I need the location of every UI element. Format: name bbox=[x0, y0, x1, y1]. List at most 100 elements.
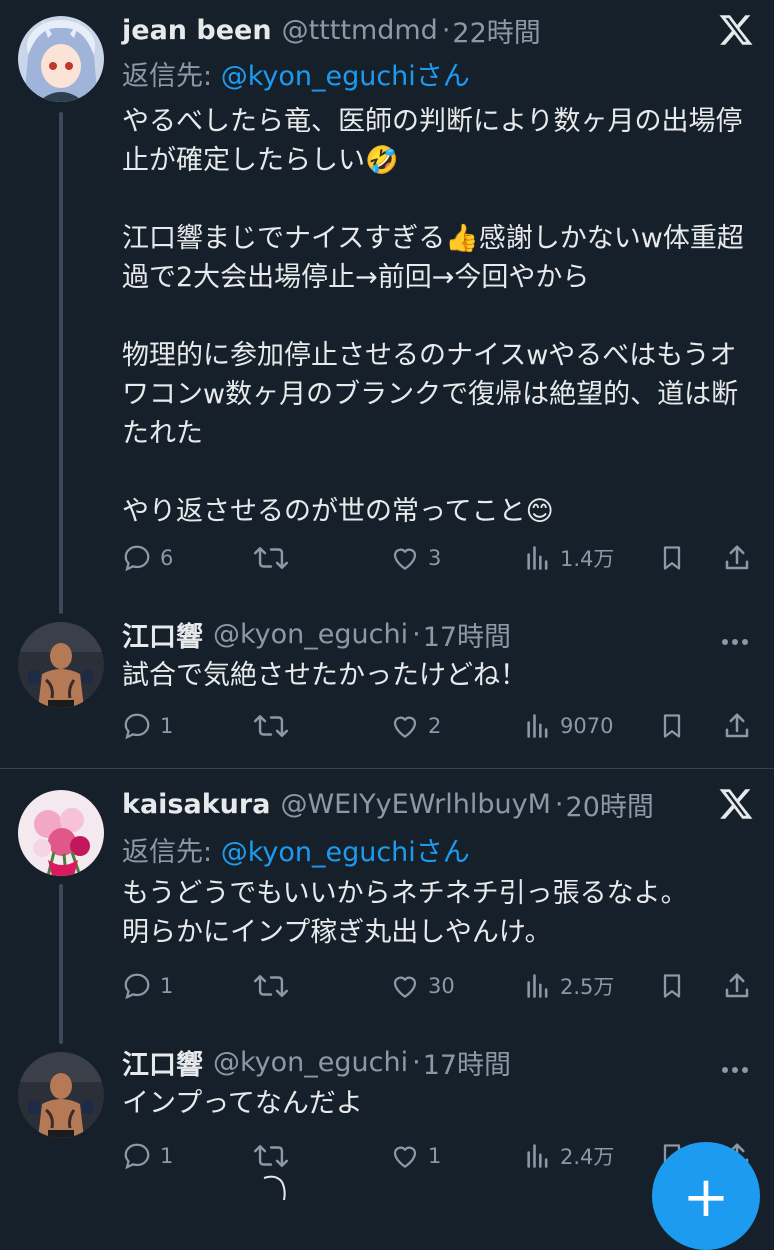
reply-icon bbox=[124, 545, 150, 572]
views-button[interactable]: 9070 bbox=[524, 704, 613, 748]
bookmark-icon bbox=[663, 974, 681, 998]
heart-icon bbox=[393, 548, 417, 570]
reply-button[interactable]: 6 bbox=[122, 536, 173, 580]
display-name[interactable]: kaisakura bbox=[122, 789, 270, 820]
view-count: 2.5万 bbox=[560, 975, 615, 999]
analytics-icon bbox=[527, 1144, 548, 1168]
divider bbox=[0, 768, 774, 769]
share-icon bbox=[725, 973, 749, 998]
views-button[interactable]: 2.4万 bbox=[524, 1134, 614, 1178]
heart-icon bbox=[393, 716, 417, 738]
retweet-button[interactable] bbox=[254, 964, 288, 1008]
tweet-text: もうどうでもいいからネチネチ引っ張るなよ。 明らかにインプ稼ぎ丸出しやんけ。 bbox=[122, 878, 688, 948]
like-button[interactable]: 1 bbox=[390, 1134, 441, 1178]
time-separator: · bbox=[554, 788, 564, 820]
avatar[interactable] bbox=[18, 790, 104, 876]
user-handle[interactable]: @kyon_eguchi bbox=[213, 619, 408, 650]
tweet-text: 試合で気絶させたかったけどね！ bbox=[122, 660, 527, 691]
like-button[interactable]: 2 bbox=[390, 704, 441, 748]
retweet-button[interactable] bbox=[254, 1134, 288, 1178]
heart-icon bbox=[393, 1146, 417, 1168]
retweet-button[interactable] bbox=[254, 536, 288, 580]
action-bar: 1 30 2.5万 bbox=[0, 964, 774, 1008]
action-bar: 6 3 1.4万 bbox=[0, 536, 774, 580]
reply-button[interactable]: 1 bbox=[122, 964, 173, 1008]
analytics-icon bbox=[527, 546, 548, 570]
user-handle[interactable]: @ttttmdmd bbox=[282, 15, 438, 46]
time-separator: · bbox=[441, 14, 451, 46]
plus-icon: + bbox=[682, 1165, 730, 1230]
reply-to-line: 返信先: @kyon_eguchiさん bbox=[122, 54, 470, 93]
view-count: 1.4万 bbox=[560, 547, 615, 571]
reply-button[interactable]: 1 bbox=[122, 704, 173, 748]
reply-icon bbox=[124, 973, 150, 1000]
retweet-icon bbox=[254, 715, 288, 737]
like-button[interactable]: 30 bbox=[390, 964, 455, 1008]
display-name[interactable]: 江口響 bbox=[122, 615, 203, 654]
display-name[interactable]: 江口響 bbox=[122, 1043, 203, 1082]
time-separator: · bbox=[412, 618, 421, 650]
retweet-button[interactable] bbox=[254, 704, 288, 748]
share-button[interactable] bbox=[722, 536, 752, 580]
avatar[interactable] bbox=[18, 1052, 104, 1138]
tweet-header: 江口響 @kyon_eguchi · 17時間 bbox=[122, 614, 511, 654]
reply-button[interactable]: 1 bbox=[122, 1134, 173, 1178]
display-name[interactable]: jean been bbox=[122, 15, 272, 46]
reply-to-suffix: さん bbox=[415, 837, 470, 868]
timestamp[interactable]: 22時間 bbox=[452, 11, 540, 50]
bookmark-icon bbox=[663, 714, 681, 738]
reply-count: 1 bbox=[160, 974, 174, 998]
action-bar: 1 2 9070 bbox=[0, 704, 774, 748]
timestamp[interactable]: 17時間 bbox=[423, 615, 511, 654]
views-button[interactable]: 1.4万 bbox=[524, 536, 614, 580]
view-count: 9070 bbox=[560, 714, 614, 738]
views-button[interactable]: 2.5万 bbox=[524, 964, 614, 1008]
reply-count: 6 bbox=[160, 546, 174, 570]
like-count: 30 bbox=[428, 974, 455, 998]
bookmark-button[interactable] bbox=[658, 964, 686, 1008]
user-handle[interactable]: @kyon_eguchi bbox=[213, 1047, 408, 1078]
like-button[interactable]: 3 bbox=[390, 536, 441, 580]
reply-count: 1 bbox=[160, 714, 174, 738]
share-button[interactable] bbox=[722, 704, 752, 748]
reply-icon bbox=[124, 1143, 150, 1170]
reply-to-line: 返信先: @kyon_eguchiさん bbox=[122, 830, 470, 869]
retweet-icon bbox=[254, 975, 288, 997]
x-logo-icon[interactable] bbox=[718, 12, 754, 48]
avatar[interactable] bbox=[18, 16, 104, 102]
tweet-header: kaisakura @WEIYyEWrlhlbuyM · 20時間 bbox=[122, 784, 654, 824]
analytics-icon bbox=[527, 974, 548, 998]
bookmark-button[interactable] bbox=[658, 536, 686, 580]
retweet-icon bbox=[254, 1145, 288, 1167]
reply-to-suffix: さん bbox=[415, 61, 470, 92]
more-icon[interactable] bbox=[722, 1058, 756, 1073]
timestamp[interactable]: 20時間 bbox=[566, 785, 654, 824]
timestamp[interactable]: 17時間 bbox=[423, 1043, 511, 1082]
bookmark-icon bbox=[663, 546, 681, 570]
retweet-icon bbox=[254, 547, 288, 569]
like-count: 3 bbox=[428, 546, 442, 570]
compose-button[interactable]: + bbox=[652, 1142, 760, 1250]
reply-count: 1 bbox=[160, 1144, 174, 1168]
avatar[interactable] bbox=[18, 622, 104, 708]
tweet-text: やるべしたら竜、医師の判断により数ヶ月の出場停止が確定したらしい🤣 江口響まじで… bbox=[122, 106, 744, 527]
tweet-header: jean been @ttttmdmd · 22時間 bbox=[122, 10, 541, 50]
user-handle[interactable]: @WEIYyEWrlhlbuyM bbox=[280, 789, 550, 820]
heart-icon bbox=[393, 976, 417, 998]
scroll-indicator bbox=[263, 1175, 286, 1200]
reply-to-mention[interactable]: @kyon_eguchi bbox=[221, 837, 416, 868]
reply-to-mention[interactable]: @kyon_eguchi bbox=[221, 61, 416, 92]
reply-icon bbox=[124, 713, 150, 740]
share-icon bbox=[725, 713, 749, 738]
x-logo-icon[interactable] bbox=[718, 786, 754, 822]
time-separator: · bbox=[412, 1046, 421, 1078]
share-button[interactable] bbox=[722, 964, 752, 1008]
view-count: 2.4万 bbox=[560, 1145, 615, 1169]
analytics-icon bbox=[527, 714, 548, 738]
like-count: 2 bbox=[428, 714, 442, 738]
tweet-text: インプってなんだよ bbox=[122, 1088, 363, 1119]
tweet-header: 江口響 @kyon_eguchi · 17時間 bbox=[122, 1042, 511, 1082]
bookmark-button[interactable] bbox=[658, 704, 686, 748]
more-icon[interactable] bbox=[722, 630, 756, 645]
reply-to-prefix: 返信先: bbox=[122, 61, 221, 92]
